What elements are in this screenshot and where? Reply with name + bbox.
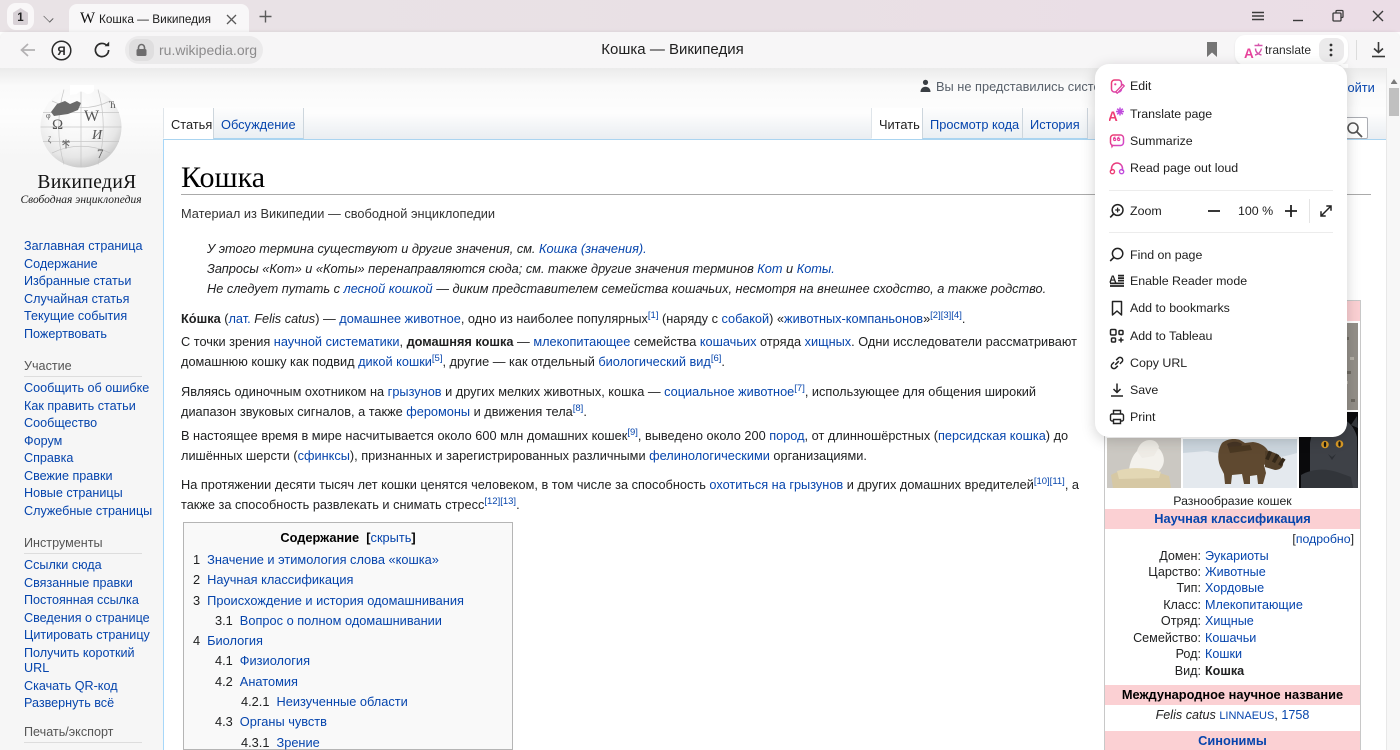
svg-text:Ћ: Ћ <box>109 100 116 110</box>
svg-text:И: И <box>91 128 103 143</box>
svg-text:A: A <box>1244 46 1254 59</box>
svg-text:φ: φ <box>46 111 51 120</box>
svg-text:7: 7 <box>97 146 104 161</box>
svg-text:Ω: Ω <box>52 117 63 133</box>
svg-text:W: W <box>84 108 100 125</box>
